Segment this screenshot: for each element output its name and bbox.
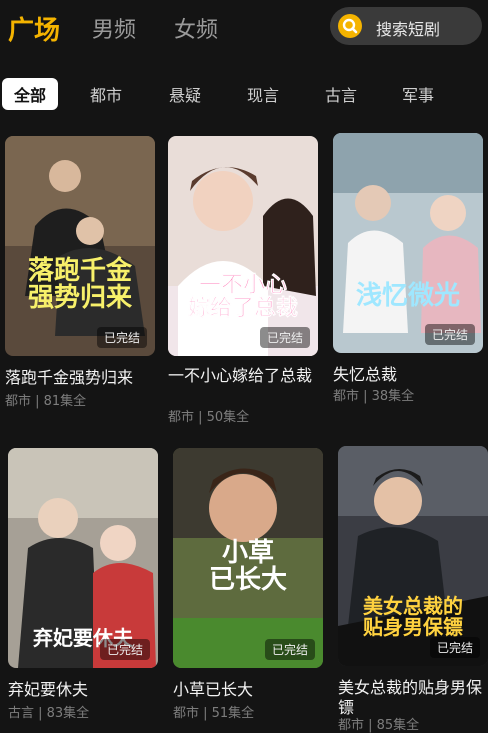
card-meta: 都市 | 51集全 — [173, 706, 255, 721]
category-modern-romance[interactable]: 现言 — [247, 82, 279, 106]
poster-title: 小草 已长大 — [208, 538, 287, 596]
card-title: 弃妃要休夫 — [8, 680, 89, 699]
category-all[interactable]: 全部 — [2, 78, 59, 110]
completed-badge: 已完结 — [264, 639, 315, 660]
poster-title: 浅忆微光 — [355, 281, 460, 311]
poster-image: 美女总裁的 贴身男保镖 已完结 — [338, 446, 488, 666]
tab-female[interactable]: 女频 — [174, 12, 218, 44]
search-button[interactable]: 搜索短剧 — [330, 7, 482, 45]
card-title: 落跑千金强势归来 — [5, 368, 134, 387]
poster-image: 浅忆微光 已完结 — [333, 133, 483, 353]
tab-plaza[interactable]: 广场 — [8, 10, 60, 47]
search-icon — [338, 14, 362, 38]
completed-badge: 已完结 — [96, 327, 147, 348]
poster-title: 落跑千金 强势归来 — [27, 256, 132, 314]
card-title: 一不小心嫁给了总裁 — [168, 366, 313, 385]
drama-card[interactable]: 美女总裁的 贴身男保镖 已完结 美女总裁的贴身男保镖 都市 | 85集全 — [338, 446, 488, 733]
poster-image: 一不小心 嫁给了总裁 已完结 — [168, 136, 318, 356]
category-city[interactable]: 都市 — [90, 82, 122, 106]
search-label: 搜索短剧 — [376, 20, 441, 39]
poster-image: 小草 已长大 已完结 — [173, 448, 323, 668]
category-bar: 全部 都市 悬疑 现言 古言 军事 — [0, 76, 488, 112]
poster-title: 一不小心 嫁给了总裁 — [187, 273, 299, 322]
completed-badge: 已完结 — [259, 327, 310, 348]
card-meta: 都市 | 85集全 — [338, 718, 420, 733]
top-bar: 广场 男频 女频 搜索短剧 — [0, 0, 488, 60]
completed-badge: 已完结 — [424, 324, 475, 345]
tab-male[interactable]: 男频 — [92, 12, 136, 44]
completed-badge: 已完结 — [429, 637, 480, 658]
card-title: 小草已长大 — [173, 680, 254, 699]
category-ancient-romance[interactable]: 古言 — [325, 82, 357, 106]
card-title: 美女总裁的贴身男保镖 — [338, 678, 483, 717]
completed-badge: 已完结 — [99, 639, 150, 660]
card-title: 失忆总裁 — [333, 365, 398, 384]
drama-card[interactable]: 弃妃要休夫 已完结 弃妃要休夫 古言 | 83集全 — [8, 448, 158, 721]
drama-card[interactable]: 一不小心 嫁给了总裁 已完结 一不小心嫁给了总裁 都市 | 50集全 — [168, 136, 318, 425]
card-meta: 都市 | 81集全 — [5, 394, 87, 409]
card-meta: 都市 | 38集全 — [333, 389, 415, 404]
category-suspense[interactable]: 悬疑 — [169, 82, 201, 106]
category-military[interactable]: 军事 — [402, 82, 434, 106]
drama-card[interactable]: 落跑千金 强势归来 已完结 落跑千金强势归来 都市 | 81集全 — [5, 136, 155, 409]
poster-image: 落跑千金 强势归来 已完结 — [5, 136, 155, 356]
card-meta: 古言 | 83集全 — [8, 706, 90, 721]
poster-title: 美女总裁的 贴身男保镖 — [363, 594, 463, 639]
drama-card[interactable]: 小草 已长大 已完结 小草已长大 都市 | 51集全 — [173, 448, 323, 721]
poster-image: 弃妃要休夫 已完结 — [8, 448, 158, 668]
card-meta: 都市 | 50集全 — [168, 410, 250, 425]
drama-card[interactable]: 浅忆微光 已完结 失忆总裁 都市 | 38集全 — [333, 133, 483, 405]
